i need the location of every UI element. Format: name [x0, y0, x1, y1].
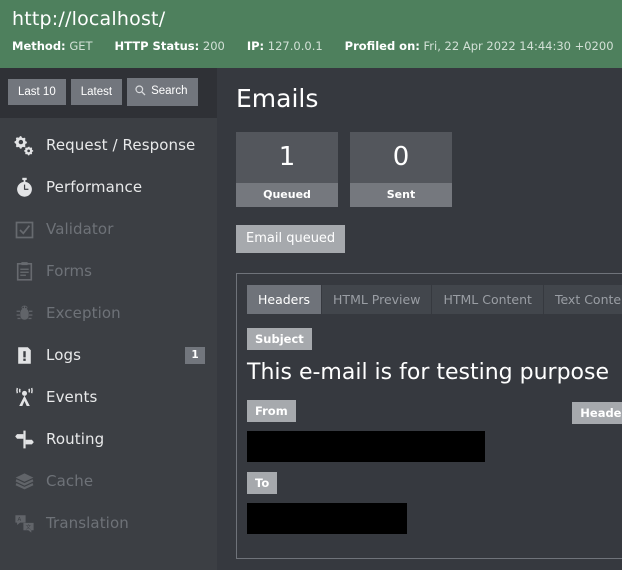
meta-profiled: Profiled on: Fri, 22 Apr 2022 14:44:30 +…	[345, 39, 614, 53]
sidebar-item-label: Logs	[46, 346, 82, 364]
subject-label: Subject	[247, 328, 312, 350]
headers-label: Headers	[572, 402, 622, 424]
log-file-icon	[10, 345, 38, 366]
from-label: From	[247, 400, 296, 422]
layers-icon	[10, 471, 38, 492]
meta-method-key: Method:	[12, 39, 66, 53]
sidebar-item-request-response[interactable]: Request / Response	[0, 124, 217, 166]
meta-ip-value: 127.0.0.1	[267, 39, 323, 53]
sidebar-item-label: Events	[46, 388, 98, 406]
sidebar-item-label: Translation	[46, 514, 129, 532]
meta-status-key: HTTP Status:	[114, 39, 200, 53]
stat-caption: Queued	[236, 183, 338, 207]
clipboard-icon	[10, 261, 38, 282]
svg-text:文: 文	[25, 522, 31, 530]
email-queued-status[interactable]: Email queued	[236, 225, 346, 253]
sidebar-item-validator[interactable]: Validator	[0, 208, 217, 250]
svg-text:A: A	[17, 517, 21, 523]
stat-cards: 1 Queued 0 Sent	[236, 132, 622, 207]
sidebar-toolbar: Last 10 Latest Search	[0, 68, 217, 118]
meta-status: HTTP Status: 200	[115, 39, 225, 53]
profiler-window: http://localhost/ Method: GET HTTP Status…	[0, 0, 622, 570]
tab-text-content[interactable]: Text Content	[543, 285, 622, 314]
sidebar-item-events[interactable]: Events	[0, 376, 217, 418]
sidebar-item-cache[interactable]: Cache	[0, 460, 217, 502]
stat-value: 1	[278, 142, 296, 172]
tab-html-content[interactable]: HTML Content	[432, 285, 543, 314]
meta-method: Method: GET	[12, 39, 93, 53]
sidebar-item-label: Performance	[46, 178, 143, 196]
sidebar-item-performance[interactable]: Performance	[0, 166, 217, 208]
sidebar-item-label: Cache	[46, 472, 94, 490]
from-value-redacted	[247, 431, 485, 462]
sidebar-item-translation[interactable]: A 文 Translation	[0, 502, 217, 544]
meta-profiled-value: Fri, 22 Apr 2022 14:44:30 +0200	[423, 39, 614, 53]
last-10-button[interactable]: Last 10	[8, 79, 66, 105]
page-title: Emails	[236, 84, 319, 113]
sidebar: Last 10 Latest Search Request / Response…	[0, 68, 217, 570]
meta-ip-key: IP:	[246, 39, 265, 53]
search-icon	[135, 85, 146, 100]
sidebar-item-forms[interactable]: Forms	[0, 250, 217, 292]
to-label: To	[247, 472, 278, 494]
subject-value: This e-mail is for testing purpose	[247, 360, 610, 385]
email-tabs: Headers HTML Preview HTML Content Text Cont…	[247, 285, 622, 314]
sidebar-item-label: Exception	[46, 304, 121, 322]
meta-status-value: 200	[202, 39, 225, 53]
sidebar-item-logs[interactable]: Logs 1	[0, 334, 217, 376]
stat-caption: Sent	[350, 183, 452, 207]
search-button[interactable]: Search	[127, 78, 198, 106]
stat-card-queued: 1 Queued	[236, 132, 338, 207]
checkbox-icon	[10, 219, 38, 240]
tab-headers[interactable]: Headers	[247, 285, 322, 314]
main-content: Emails 1 Queued 0 Sent Email queued Head…	[217, 68, 622, 570]
sidebar-item-label: Forms	[46, 262, 93, 280]
profiler-header: http://localhost/ Method: GET HTTP Status…	[0, 0, 622, 68]
stat-card-sent: 0 Sent	[350, 132, 452, 207]
signpost-icon	[10, 429, 38, 450]
to-value-redacted	[247, 503, 407, 534]
request-meta: Method: GET HTTP Status: 200 IP: 127.0.0.1…	[12, 39, 614, 53]
email-detail-panel: Headers HTML Preview HTML Content Text Cont…	[236, 273, 622, 559]
sidebar-item-label: Request / Response	[46, 136, 196, 154]
stopwatch-icon	[10, 177, 38, 198]
request-url: http://localhost/	[12, 8, 166, 30]
translation-icon: A 文	[10, 513, 38, 534]
search-button-label: Search	[151, 85, 188, 97]
tab-html-preview[interactable]: HTML Preview	[322, 285, 432, 314]
sidebar-nav: Request / Response Performance Validator…	[0, 118, 217, 544]
logs-count-badge: 1	[185, 346, 205, 364]
sidebar-item-routing[interactable]: Routing	[0, 418, 217, 460]
meta-method-value: GET	[69, 39, 93, 53]
meta-profiled-key: Profiled on:	[344, 39, 420, 53]
meta-ip: IP: 127.0.0.1	[247, 39, 323, 53]
bug-icon	[10, 303, 38, 324]
sidebar-item-exception[interactable]: Exception	[0, 292, 217, 334]
gears-icon	[10, 135, 38, 156]
sidebar-item-label: Routing	[46, 430, 105, 448]
latest-button[interactable]: Latest	[70, 79, 123, 105]
broadcast-icon	[10, 387, 38, 408]
sidebar-item-label: Validator	[46, 220, 114, 238]
stat-value: 0	[392, 142, 410, 172]
